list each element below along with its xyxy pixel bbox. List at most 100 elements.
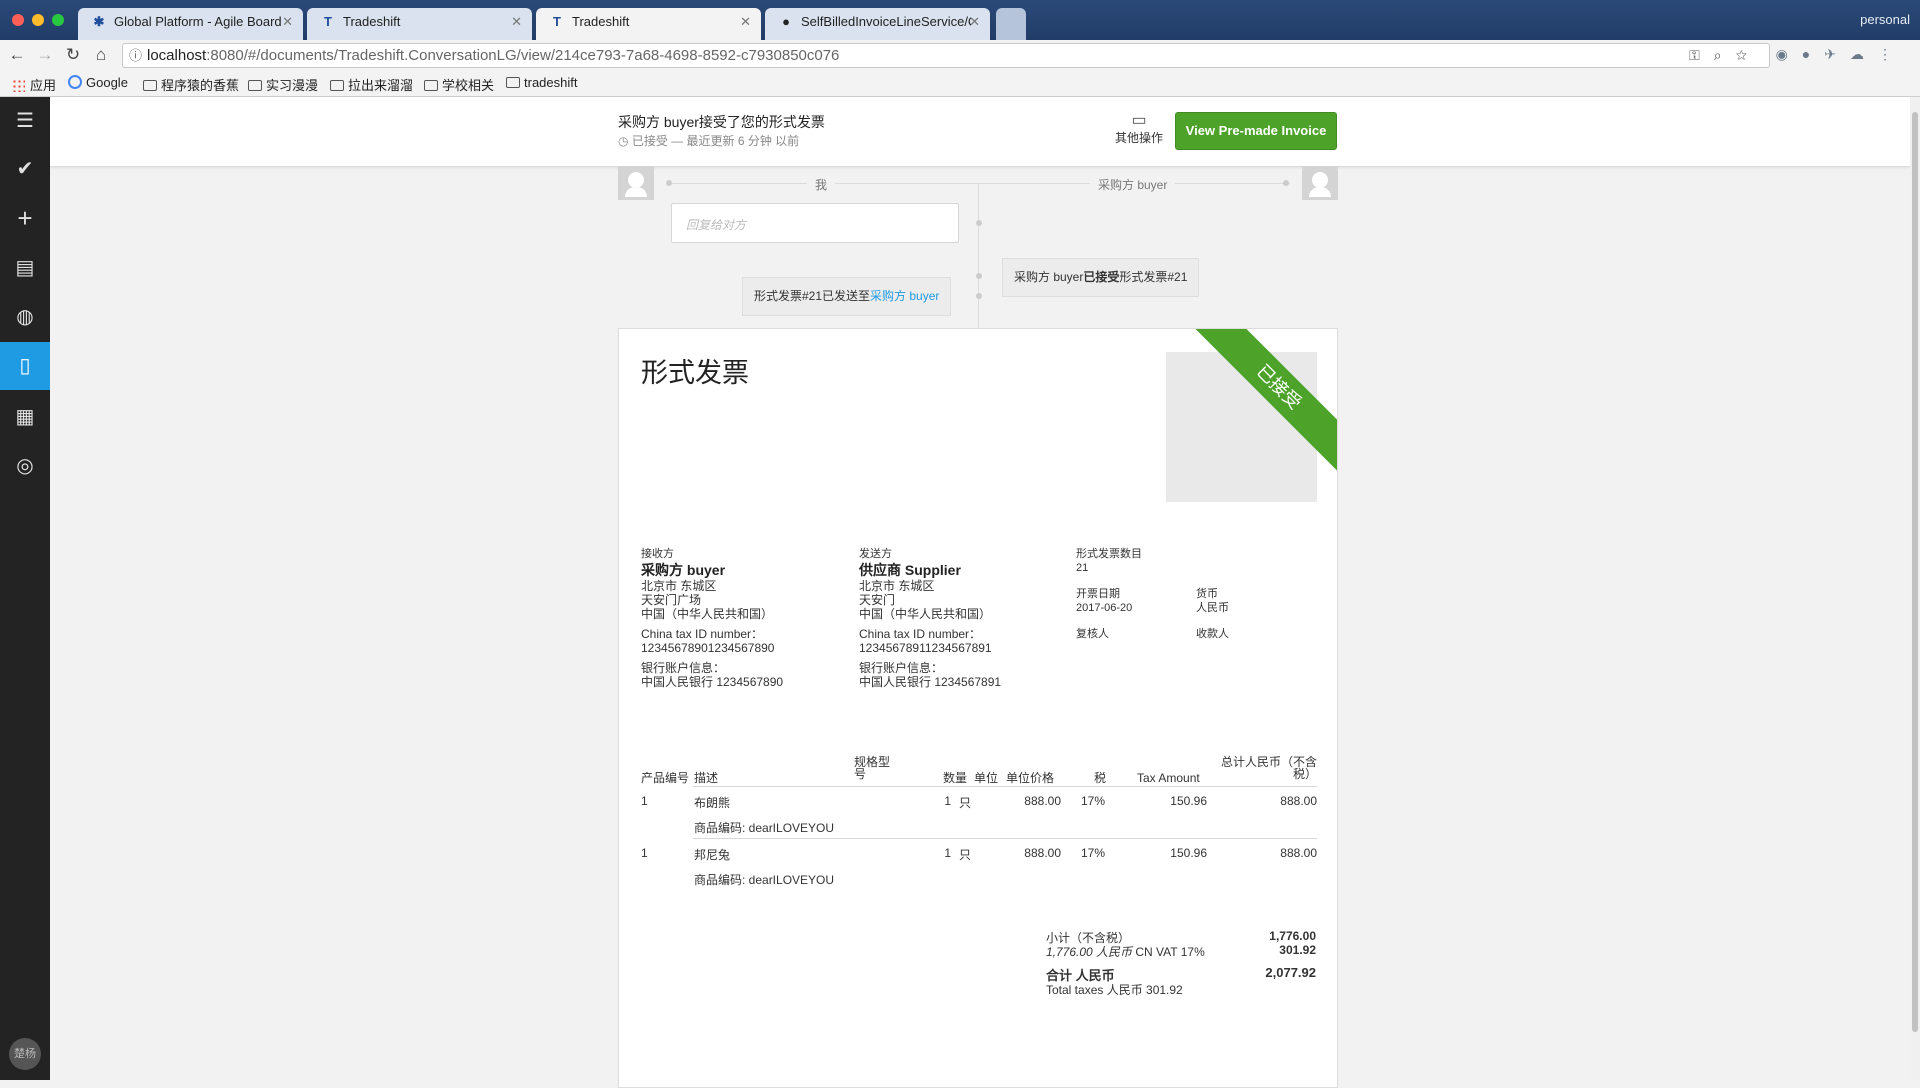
bookmark-folder-4[interactable]: 学校相关 [424,75,494,94]
row-divider [693,838,1317,839]
reviewer-label: 复核人 [1076,628,1109,640]
page-title: 采购方 buyer接受了您的形式发票 [618,114,825,130]
bookmark-folder-3[interactable]: 拉出来溜溜 [330,75,413,94]
subtotal-value: 1,776.00 [1269,929,1316,943]
timeline-dot [976,293,982,299]
bookmark-apps[interactable]: 应用 [12,75,56,94]
zoom-window-button[interactable] [52,14,64,26]
tab-title: SelfBilledInvoiceLineService/C [801,14,971,29]
extension-icons[interactable]: ◉●✈☁⋮ [1776,46,1906,63]
buyer-link[interactable]: 采购方 buyer [870,289,939,303]
scroll-thumb[interactable] [1912,112,1918,1032]
apps-grid-icon[interactable]: ▦ [0,393,50,441]
clock-icon: ◷ [618,134,632,148]
url-host: localhost [147,47,207,64]
vat-label: 1,776.00 人民币 CN VAT 17% [1046,945,1205,959]
app-sidebar: ☰ ✔ + ▤ ◍ ▯ ▦ ◎ 楚杨 [0,97,50,1080]
profile-name[interactable]: personal [1860,12,1910,27]
col-model: 规格型号 [854,755,891,781]
timeline-dot [976,273,982,279]
actions-icon: ▭ [1131,112,1147,129]
reload-icon[interactable]: ↻ [62,44,84,66]
close-tab-icon[interactable]: ✕ [511,8,522,36]
invoice-heading: 形式发票 [641,358,749,388]
document-header: 采购方 buyer接受了您的形式发票 ◷ 已接受 — 最近更新 6 分钟 以前 … [50,97,1910,167]
total-taxes: Total taxes 人民币 301.92 [1046,983,1183,997]
url-path: :8080/#/documents/Tradeshift.Conversatio… [206,47,840,64]
user-avatar[interactable]: 楚杨 [9,1038,41,1070]
google-icon [68,75,82,89]
folder-icon [143,80,157,91]
row-divider [693,786,1317,787]
col-price: 单位价格 [1006,771,1055,785]
col-qty: 数量 [943,771,968,785]
forward-icon[interactable]: → [34,44,56,66]
folder-icon [424,80,438,91]
close-tab-icon[interactable]: ✕ [740,8,751,36]
plus-icon[interactable]: + [0,194,50,242]
tab-title: Tradeshift [343,14,401,29]
document-icon[interactable]: ▯ [0,342,50,390]
tab-title: Tradeshift [572,14,630,29]
folder-icon [330,80,344,91]
buyer-avatar [1302,166,1338,200]
my-avatar [618,166,654,200]
tradeshift-icon: T [324,14,332,29]
home-icon[interactable]: ⌂ [90,44,112,66]
col-tax-amount: Tax Amount [1137,771,1200,785]
event-sent-bubble: 形式发票#21已发送至采购方 buyer [742,277,952,316]
check-icon[interactable]: ✔ [0,145,50,193]
globe-icon[interactable]: ◍ [0,293,50,341]
github-icon: ● [782,14,790,29]
payee-label: 收款人 [1196,628,1229,640]
currency: 货币 人民币 [1196,588,1229,614]
bookmark-google[interactable]: Google [68,75,128,90]
lifebuoy-icon[interactable]: ◎ [0,442,50,490]
folder-icon [506,77,520,88]
reply-input[interactable]: 回复给对方 [671,203,959,243]
vat-value: 301.92 [1279,943,1316,957]
omnibox-actions[interactable]: ⚿⌕☆ [1689,44,1761,67]
close-tab-icon[interactable]: ✕ [969,8,980,36]
minimize-window-button[interactable] [32,14,44,26]
col-unit: 单位 [974,771,999,785]
jira-icon: ✱ [93,14,105,29]
issue-date: 开票日期 2017-06-20 [1076,588,1133,614]
address-bar[interactable]: ⓘ localhost:8080/#/documents/Tradeshift.… [122,43,1770,68]
timeline-dot [976,220,982,226]
apps-icon [12,79,25,92]
back-icon[interactable]: ← [6,44,28,66]
col-desc: 描述 [694,771,719,785]
browser-toolbar: ← → ↻ ⌂ ⓘ localhost:8080/#/documents/Tra… [0,40,1920,70]
ledger-icon[interactable]: ▤ [0,244,50,292]
col-code: 产品编号 [641,771,690,785]
invoice-number: 形式发票数目 21 [1076,548,1142,574]
tab-title: Global Platform - Agile Board [114,14,282,29]
bookmark-folder-1[interactable]: 程序猿的香蕉 [143,75,239,94]
col-tax: 税 [1094,771,1107,785]
bookmarks-bar: 应用 Google 程序猿的香蕉 实习漫漫 拉出来溜溜 学校相关 tradesh… [0,70,1920,97]
bookmark-folder-2[interactable]: 实习漫漫 [248,75,318,94]
close-window-button[interactable] [12,14,24,26]
event-accepted-bubble: 采购方 buyer已接受形式发票#21 [1002,258,1200,297]
tradeshift-icon: T [553,14,561,29]
page-scrollbar[interactable] [1910,97,1920,1080]
grand-total-value: 2,077.92 [1265,965,1316,980]
timeline-dot [666,180,672,186]
timeline-dot [1283,180,1289,186]
browser-tab-strip: ✱ Global Platform - Agile Board ✕ T Trad… [0,0,1920,45]
bookmark-folder-5[interactable]: tradeshift [506,75,577,90]
timeline-header-line [668,183,1290,184]
other-actions-button[interactable]: ▭ 其他操作 [1112,113,1166,146]
col-total: 总计人民币（不含 税） [1220,755,1317,781]
menu-icon[interactable]: ☰ [0,97,50,145]
recipient-block: 接收方 采购方 buyer 北京市 东城区 天安门广场 中国（中华人民共和国） … [641,548,784,689]
view-premade-invoice-button[interactable]: View Pre-made Invoice [1175,112,1337,150]
info-icon[interactable]: ⓘ [129,44,142,67]
status-line: ◷ 已接受 — 最近更新 6 分钟 以前 [618,134,800,148]
close-tab-icon[interactable]: ✕ [282,8,293,36]
invoice-document: 形式发票 已接受 接收方 采购方 buyer 北京市 东城区 天安门广场 中国（… [618,328,1338,1088]
folder-icon [248,80,262,91]
buyer-label: 采购方 buyer [1090,176,1176,193]
sender-block: 发送方 供应商 Supplier 北京市 东城区 天安门 中国（中华人民共和国）… [859,548,1002,689]
